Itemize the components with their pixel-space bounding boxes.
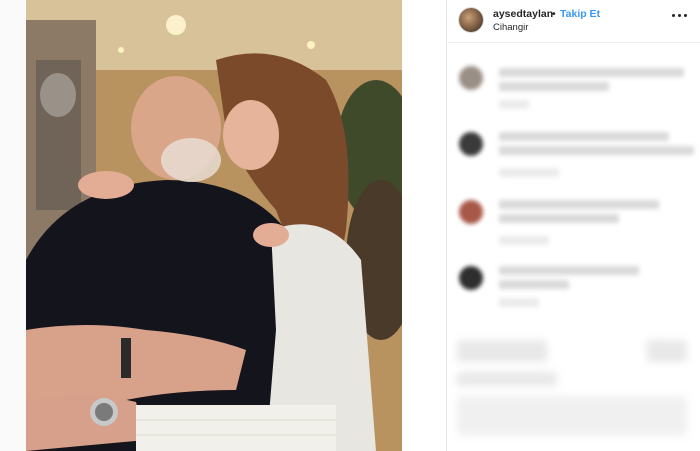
instagram-post-frame: aysedtaylan • Takip Et Cihangir (0, 0, 700, 451)
comment-item (459, 262, 689, 314)
photo-illustration (26, 0, 402, 451)
comment-item (459, 62, 689, 114)
post-photo[interactable] (26, 0, 402, 451)
post-side-panel: aysedtaylan • Takip Et Cihangir (447, 0, 700, 451)
separator-dot: • (552, 8, 556, 20)
more-horizontal-icon[interactable] (672, 10, 690, 20)
comment-box-blurred (457, 396, 687, 436)
action-bar-blurred (457, 340, 547, 362)
post-header: aysedtaylan • Takip Et Cihangir (447, 0, 700, 43)
username-link[interactable]: aysedtaylan (493, 8, 553, 20)
follow-button[interactable]: Takip Et (560, 8, 600, 20)
comment-item (459, 128, 694, 180)
profile-avatar[interactable] (459, 8, 483, 32)
comment-avatar (459, 200, 483, 224)
location-link[interactable]: Cihangir (493, 22, 528, 33)
comment-avatar (459, 266, 483, 290)
save-icon-blurred (647, 340, 687, 362)
likes-blurred (457, 372, 557, 386)
left-margin (0, 0, 26, 451)
comment-item (459, 196, 689, 248)
comment-avatar (459, 132, 483, 156)
comment-avatar (459, 66, 483, 90)
